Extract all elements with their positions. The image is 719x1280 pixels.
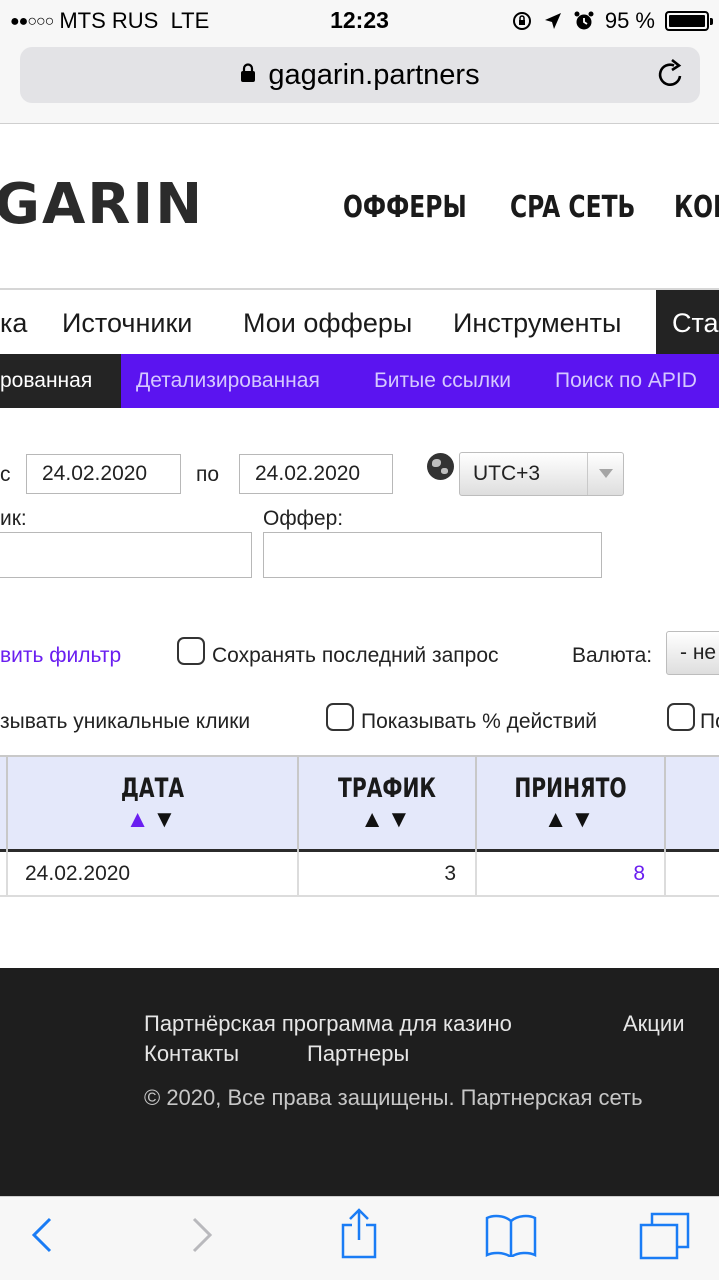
footer-link-promotions[interactable]: Акции [623,1011,684,1037]
timezone-value: UTC+3 [473,462,541,485]
column-traffic-label: ТРАФИК [338,773,436,804]
offer-input[interactable] [263,532,602,578]
currency-label: Валюта: [572,644,653,667]
browser-address-area: gagarin.partners [0,40,719,124]
source-input[interactable] [0,532,252,578]
column-accepted-label: ПРИНЯТО [514,773,627,804]
orientation-lock-icon [512,12,531,30]
timezone-select[interactable]: UTC+3 [459,452,624,496]
column-date-label: ДАТА [120,773,185,804]
tabs-icon[interactable] [638,1211,692,1261]
footer-copyright: © 2020, Все права защищены. Партнерская … [144,1085,643,1110]
battery-icon [665,11,713,31]
sort-asc-icon[interactable]: ▲ [126,806,153,833]
status-bar: ●●○○○ MTS RUS LTE 12:23 95 % [0,0,719,40]
third-option-label: По [700,710,719,733]
accepted-sort-icons[interactable]: ▲▼ [477,806,664,834]
subnav-apid-search[interactable]: Поиск по APID [555,369,697,393]
section-tabs: ка Источники Мои офферы Инструменты Ста [0,288,719,356]
traffic-sort-icons[interactable]: ▲▼ [299,806,475,834]
column-header-accepted[interactable]: ПРИНЯТО ▲▼ [477,757,666,852]
save-last-query-checkbox[interactable] [177,637,205,665]
browser-toolbar [0,1196,719,1280]
back-icon[interactable] [30,1213,54,1257]
url-text: gagarin.partners [268,59,480,91]
nav-contacts[interactable]: КОН [674,190,719,225]
battery-percent: 95 % [604,8,655,33]
add-filter-link[interactable]: вить фильтр [0,644,121,668]
nav-cpa-network[interactable]: CPA СЕТЬ [510,190,635,225]
currency-value: - не [680,641,717,664]
tab-sources[interactable]: Источники [62,308,192,339]
alarm-icon [574,11,594,30]
cell-traffic: 3 [299,852,477,895]
third-option-checkbox[interactable] [667,703,695,731]
footer-link-contacts[interactable]: Контакты [144,1041,239,1067]
site-logo[interactable]: GARIN [0,172,204,237]
subnav-detailed[interactable]: Детализированная [136,369,320,393]
date-from-input[interactable]: 24.02.2020 [26,454,181,494]
source-label: ик: [0,507,27,530]
offer-label: Оффер: [263,507,344,530]
tab-my-offers[interactable]: Мои офферы [243,308,412,339]
stats-subnav: рованная Детализированная Битые ссылки П… [0,354,719,408]
location-arrow-icon [544,13,561,29]
stats-table-header: ДАТА ▲▼ ТРАФИК ▲▼ ПРИНЯТО ▲▼ [0,755,719,852]
share-icon[interactable] [338,1207,380,1259]
tab-statistics-partial[interactable]: ка [0,308,27,339]
save-last-query-label: Сохранять последний запрос [212,644,499,667]
cell-date: 24.02.2020 [8,852,299,895]
footer-link-partners[interactable]: Партнеры [307,1041,409,1067]
subnav-broken-links[interactable]: Битые ссылки [374,369,511,393]
currency-select[interactable]: - не [666,631,719,675]
column-header-date[interactable]: ДАТА ▲▼ [8,757,299,852]
date-sort-icons[interactable]: ▲▼ [8,806,297,834]
show-percent-checkbox[interactable] [326,703,354,731]
tab-stats-active[interactable]: Ста [656,290,719,356]
address-bar[interactable]: gagarin.partners [20,47,700,103]
reload-icon[interactable] [656,58,686,90]
show-percent-label: Показывать % действий [361,710,598,733]
table-cell-partial [0,852,8,895]
footer-link-casino-program[interactable]: Партнёрская программа для казино [144,1011,512,1037]
subnav-grouped-active[interactable]: рованная [0,354,121,408]
tab-tools[interactable]: Инструменты [453,308,621,339]
globe-icon [427,453,454,480]
site-footer: Партнёрская программа для казино Акции К… [0,968,719,1196]
column-header-traffic[interactable]: ТРАФИК ▲▼ [299,757,477,852]
cell-accepted-link[interactable]: 8 [477,852,666,895]
sort-desc-icon[interactable]: ▼ [153,806,180,833]
table-header-cell-partial [0,757,8,852]
nav-offers[interactable]: ОФФЕРЫ [343,190,467,225]
date-to-input[interactable]: 24.02.2020 [239,454,393,494]
date-to-label: по [196,463,220,486]
bookmarks-icon[interactable] [484,1213,538,1257]
lock-icon [241,63,256,83]
status-right: 95 % [511,8,713,34]
url-display[interactable]: gagarin.partners [20,59,700,92]
chevron-down-icon [587,453,623,495]
date-from-label: с [0,463,11,486]
table-row: 24.02.2020 3 8 [0,852,719,897]
forward-icon[interactable] [190,1213,214,1257]
unique-clicks-label: зывать уникальные клики [0,710,251,733]
